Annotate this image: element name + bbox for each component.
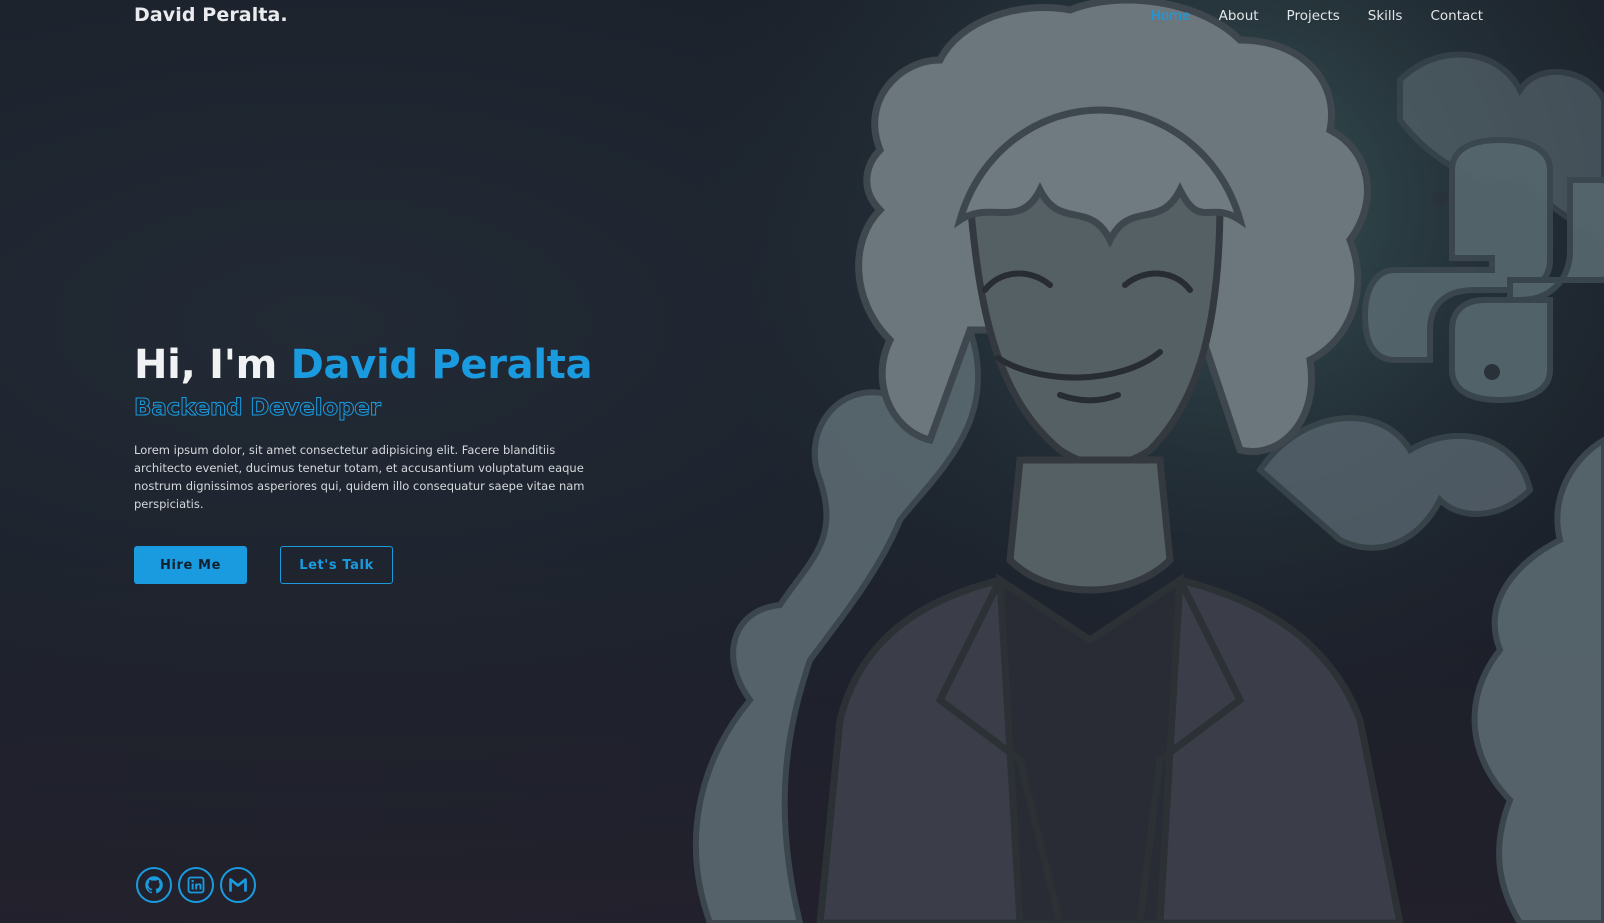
- nav-contact[interactable]: Contact: [1430, 8, 1483, 24]
- hire-me-button[interactable]: Hire Me: [134, 546, 247, 584]
- nav-about[interactable]: About: [1219, 8, 1259, 24]
- hero-name: David Peralta: [290, 342, 593, 388]
- hero-intro: Lorem ipsum dolor, sit amet consectetur …: [134, 443, 585, 511]
- hero-illustration: [640, 0, 1604, 923]
- nav-projects[interactable]: Projects: [1287, 8, 1340, 24]
- github-link[interactable]: [136, 867, 172, 903]
- hero-heading: Hi, I'm David Peralta: [134, 336, 604, 394]
- site-logo[interactable]: David Peralta.: [134, 4, 288, 26]
- site-header: David Peralta. Home About Projects Skill…: [0, 0, 1604, 34]
- main-nav: Home About Projects Skills Contact: [1151, 8, 1483, 24]
- nav-home[interactable]: Home: [1151, 8, 1191, 24]
- social-links: [136, 867, 256, 903]
- github-icon: [145, 876, 163, 894]
- hero-section: Hi, I'm David Peralta Backend Developer …: [134, 336, 604, 525]
- hero-role: Backend Developer: [134, 395, 382, 422]
- nav-skills[interactable]: Skills: [1368, 8, 1403, 24]
- gmail-link[interactable]: [220, 867, 256, 903]
- linkedin-icon: [187, 876, 205, 894]
- hero-greeting: Hi, I'm: [134, 342, 291, 388]
- linkedin-link[interactable]: [178, 867, 214, 903]
- lets-talk-button[interactable]: Let's Talk: [280, 546, 393, 584]
- gmail-icon: [229, 878, 247, 892]
